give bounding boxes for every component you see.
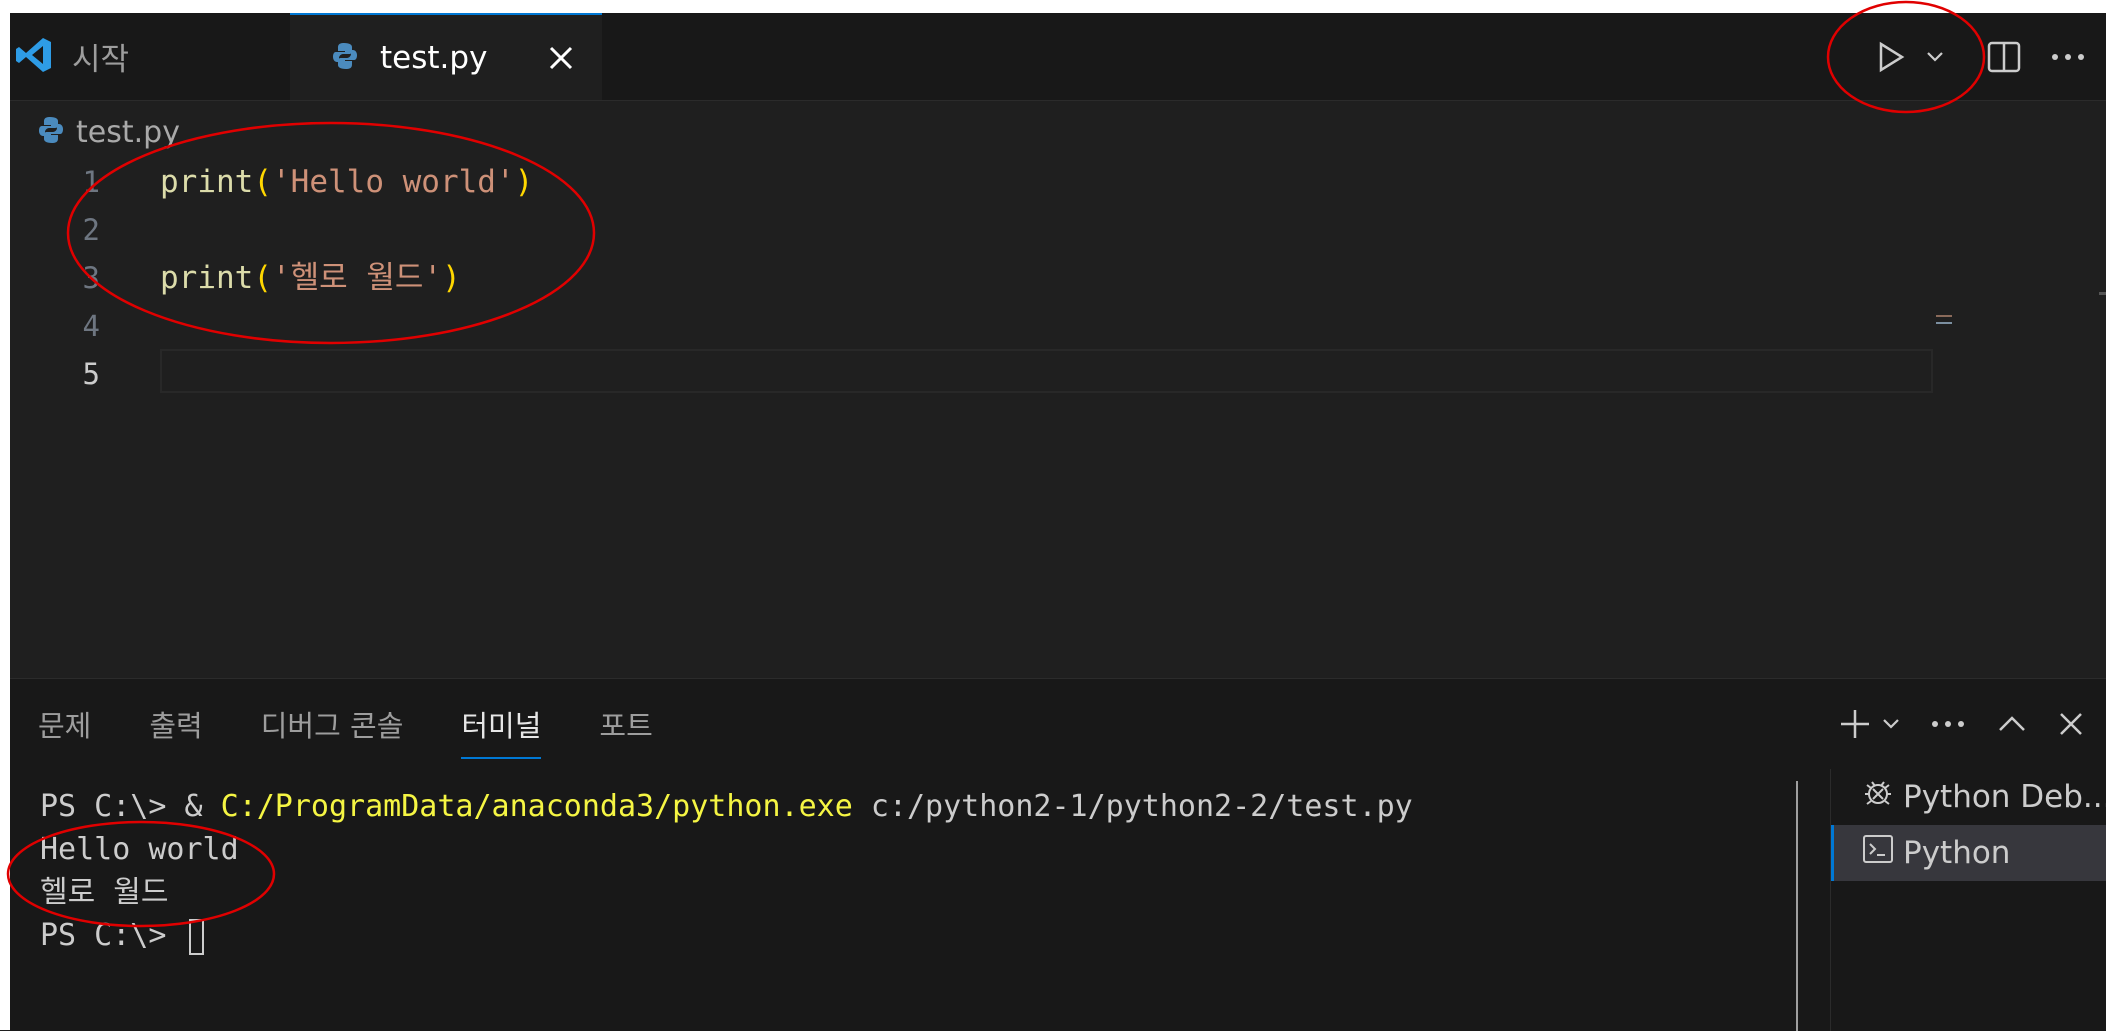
window-top-margin — [0, 0, 2106, 13]
current-line-highlight — [160, 349, 1933, 393]
overview-ruler — [2099, 292, 2106, 295]
line-number: 5 — [82, 357, 100, 391]
function-token: print — [160, 260, 254, 296]
terminal-list: Python Deb... Python — [1830, 769, 2106, 1031]
code-line: 1 print('Hello world') — [10, 158, 2106, 206]
bottom-panel: 문제 출력 디버그 콘솔 터미널 포트 PS C:\> & C:/Program… — [10, 678, 2106, 1031]
add-icon[interactable] — [1834, 679, 1876, 769]
code-text: print('Hello world') — [160, 158, 533, 206]
terminal-line: 헬로 월드 — [40, 875, 169, 910]
exe-path: C:/ProgramData/anaconda3/python.exe — [220, 789, 853, 824]
chevron-down-icon[interactable] — [1876, 679, 1906, 769]
tab-output[interactable]: 출력 — [149, 703, 202, 745]
terminal-output[interactable]: PS C:\> & C:/ProgramData/anaconda3/pytho… — [40, 785, 1413, 957]
terminal-item-label: Python Deb... — [1903, 779, 2106, 815]
bracket-token: ) — [514, 164, 534, 200]
prompt-text: PS C:\> & — [40, 789, 221, 824]
code-editor[interactable]: 1 print('Hello world') 2 3 print('헬로 월드'… — [10, 158, 2106, 678]
vscode-logo-icon — [14, 35, 54, 79]
more-actions-icon[interactable] — [1916, 679, 1980, 769]
close-icon[interactable] — [2044, 679, 2098, 769]
tab-debug-console[interactable]: 디버그 콘솔 — [261, 703, 404, 745]
tab-start[interactable]: 시작 — [10, 13, 290, 100]
code-text: print('헬로 월드') — [160, 254, 461, 302]
line-number: 2 — [82, 213, 100, 247]
chevron-down-icon[interactable] — [1916, 13, 1954, 100]
string-token: 'Hello world' — [272, 164, 515, 200]
terminal-cursor — [188, 918, 204, 955]
split-editor-icon[interactable] — [1976, 13, 2032, 100]
python-file-icon — [38, 116, 64, 148]
more-actions-icon[interactable] — [2040, 13, 2096, 100]
line-number: 3 — [82, 261, 100, 295]
python-file-icon — [332, 42, 358, 74]
bracket-token: ) — [442, 260, 461, 296]
editor-actions — [1866, 13, 2096, 100]
debug-icon — [1861, 776, 1903, 818]
tab-test-py[interactable]: test.py — [290, 13, 602, 100]
script-path: c:/python2-1/python2-2/test.py — [852, 789, 1413, 824]
terminal-item-python-debug[interactable]: Python Deb... — [1831, 769, 2106, 825]
window-left-margin — [0, 0, 10, 1030]
close-icon[interactable] — [536, 33, 586, 83]
tab-problems[interactable]: 문제 — [38, 703, 91, 745]
divider — [1796, 781, 1798, 1031]
chevron-up-icon[interactable] — [1980, 679, 2044, 769]
line-number: 1 — [82, 165, 100, 199]
play-icon[interactable] — [1866, 13, 1916, 100]
code-line: 3 print('헬로 월드') — [10, 254, 2106, 302]
string-token: '헬로 월드' — [272, 260, 443, 296]
code-line: 2 — [10, 206, 2106, 254]
minimap[interactable] — [1936, 315, 1952, 317]
breadcrumb-file: test.py — [76, 114, 180, 150]
terminal-line: PS C:\> & C:/ProgramData/anaconda3/pytho… — [40, 785, 1413, 828]
bracket-token: ( — [253, 260, 272, 296]
line-number: 4 — [82, 309, 100, 343]
terminal-icon — [1861, 832, 1903, 874]
terminal-line: PS C:\> — [40, 914, 1413, 957]
tab-label: 시작 — [72, 42, 130, 78]
breadcrumb[interactable]: test.py — [38, 112, 180, 152]
terminal-line: Hello world — [40, 832, 239, 867]
prompt-text: PS C:\> — [40, 918, 185, 953]
function-token: print — [160, 164, 254, 200]
editor-tab-bar: 시작 test.py — [10, 13, 2106, 101]
tab-terminal[interactable]: 터미널 — [461, 703, 542, 759]
panel-tabs: 문제 출력 디버그 콘솔 터미널 포트 — [38, 679, 711, 769]
tab-ports[interactable]: 포트 — [599, 703, 652, 745]
bracket-token: ( — [253, 164, 272, 200]
minimap-line — [1936, 322, 1952, 324]
panel-actions — [1834, 679, 2098, 769]
tab-label: test.py — [380, 39, 488, 76]
terminal-item-python[interactable]: Python — [1831, 825, 2106, 881]
terminal-item-label: Python — [1903, 835, 2011, 871]
code-line: 4 — [10, 302, 2106, 350]
